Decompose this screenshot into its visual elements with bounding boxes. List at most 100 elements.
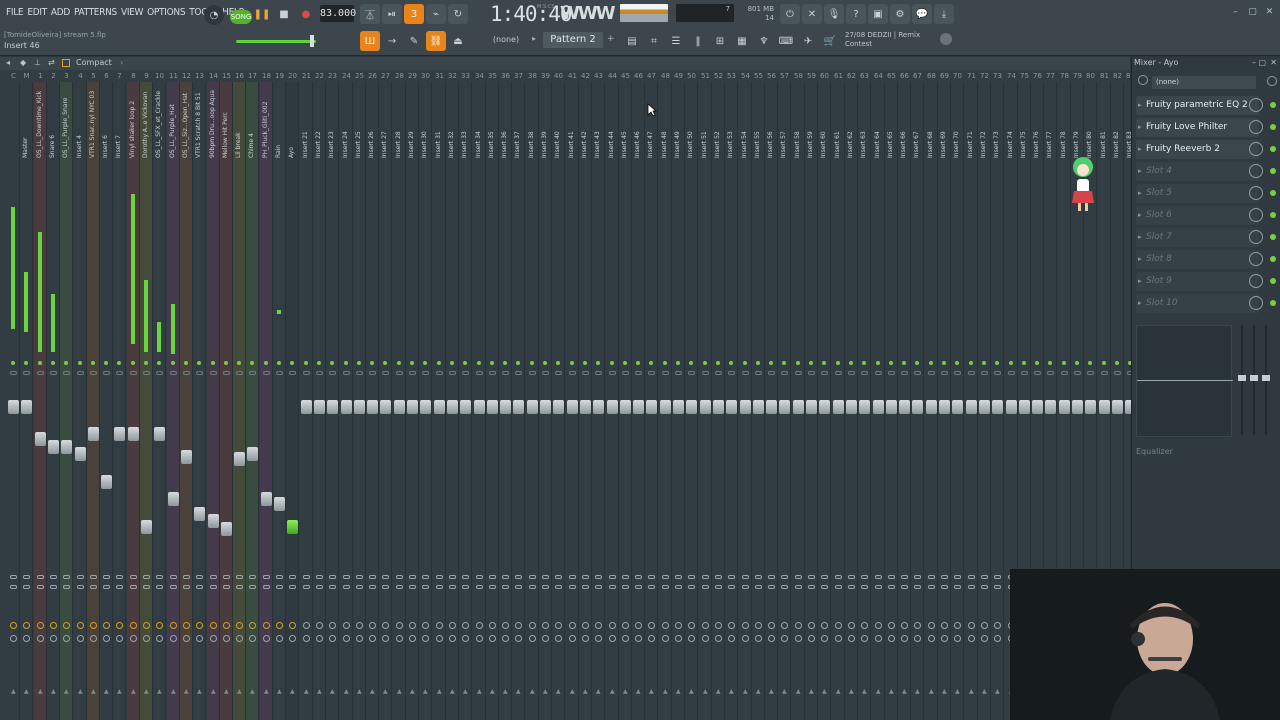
pan-knob[interactable] <box>422 371 429 375</box>
send-knob[interactable] <box>901 635 908 642</box>
eq-mini-knob[interactable] <box>808 575 815 579</box>
volume-fader[interactable] <box>673 400 684 414</box>
send-knob[interactable] <box>63 622 70 629</box>
effect-slot[interactable]: ▸ Slot 4 <box>1136 162 1259 181</box>
send-knob[interactable] <box>116 622 123 629</box>
track-enable-led[interactable] <box>809 361 813 365</box>
volume-fader[interactable] <box>194 507 205 521</box>
track-enable-led[interactable] <box>24 361 28 365</box>
eq-mini-knob[interactable] <box>609 585 616 589</box>
pan-knob[interactable] <box>130 371 137 375</box>
send-knob[interactable] <box>103 622 110 629</box>
track-enable-led[interactable] <box>437 361 441 365</box>
pan-knob[interactable] <box>329 371 336 375</box>
pan-knob[interactable] <box>888 371 895 375</box>
slot-mix-knob[interactable] <box>1249 98 1263 112</box>
volume-fader[interactable] <box>513 400 524 414</box>
pan-knob[interactable] <box>436 371 443 375</box>
send-knob[interactable] <box>648 622 655 629</box>
mixer-track[interactable]: Ayo ▲ <box>286 82 299 720</box>
track-enable-led[interactable] <box>623 361 627 365</box>
mixer-view-arrow-icon[interactable]: › <box>120 58 123 67</box>
route-arrow-icon[interactable]: ▲ <box>290 688 295 695</box>
route-arrow-icon[interactable]: ▲ <box>849 688 854 695</box>
pan-knob[interactable] <box>489 371 496 375</box>
send-knob[interactable] <box>688 635 695 642</box>
route-arrow-icon[interactable]: ▲ <box>663 688 668 695</box>
track-enable-led[interactable] <box>237 361 241 365</box>
volume-fader[interactable] <box>208 514 219 528</box>
track-enable-led[interactable] <box>556 361 560 365</box>
send-knob[interactable] <box>609 622 616 629</box>
pan-knob[interactable] <box>449 371 456 375</box>
eq-mini-knob[interactable] <box>476 585 483 589</box>
route-arrow-icon[interactable]: ▲ <box>197 688 202 695</box>
send-knob[interactable] <box>755 635 762 642</box>
send-knob[interactable] <box>223 635 230 642</box>
eq-mini-knob[interactable] <box>529 575 536 579</box>
route-arrow-icon[interactable]: ▲ <box>516 688 521 695</box>
track-enable-led[interactable] <box>383 361 387 365</box>
effect-slot[interactable]: ▸ Fruity Reeverb 2 <box>1136 140 1259 159</box>
send-knob[interactable] <box>609 635 616 642</box>
pan-knob[interactable] <box>901 371 908 375</box>
volume-fader[interactable] <box>793 400 804 414</box>
eq-mini-knob[interactable] <box>90 575 97 579</box>
eq-mini-knob[interactable] <box>848 585 855 589</box>
eq-mini-knob[interactable] <box>835 575 842 579</box>
track-enable-led[interactable] <box>117 361 121 365</box>
mixer-track[interactable]: OS_LL_Downtime_Kick ▲ <box>34 82 47 720</box>
route-arrow-icon[interactable]: ▲ <box>782 688 787 695</box>
track-enable-led[interactable] <box>503 361 507 365</box>
eq-mini-knob[interactable] <box>648 585 655 589</box>
send-knob[interactable] <box>768 635 775 642</box>
route-arrow-icon[interactable]: ▲ <box>809 688 814 695</box>
track-enable-led[interactable] <box>982 361 986 365</box>
eq-mini-knob[interactable] <box>223 575 230 579</box>
slot-enable-led[interactable] <box>1270 168 1276 174</box>
volume-fader[interactable] <box>460 400 471 414</box>
slot-menu-icon[interactable]: ▸ <box>1138 250 1142 269</box>
volume-fader[interactable] <box>101 475 112 489</box>
volume-fader[interactable] <box>1032 400 1043 414</box>
eq-mini-knob[interactable] <box>236 585 243 589</box>
eq-mini-knob[interactable] <box>10 575 17 579</box>
pan-knob[interactable] <box>635 371 642 375</box>
eq-mini-knob[interactable] <box>396 575 403 579</box>
volume-fader[interactable] <box>367 400 378 414</box>
eq-mini-knob[interactable] <box>489 585 496 589</box>
eq-mini-knob[interactable] <box>23 575 30 579</box>
volume-fader[interactable] <box>846 400 857 414</box>
volume-fader[interactable] <box>740 400 751 414</box>
pan-knob[interactable] <box>10 371 17 375</box>
route-arrow-icon[interactable]: ▲ <box>171 688 176 695</box>
volume-fader[interactable] <box>1045 400 1056 414</box>
mixer-track[interactable]: Vinyl shaker loop 2 ▲ <box>127 82 140 720</box>
send-knob[interactable] <box>316 622 323 629</box>
mixer-track[interactable]: Insert 62 ▲ <box>845 82 858 720</box>
send-knob[interactable] <box>409 635 416 642</box>
mixer-track[interactable]: Insert 35 ▲ <box>486 82 499 720</box>
pan-knob[interactable] <box>369 371 376 375</box>
send-knob[interactable] <box>502 622 509 629</box>
volume-fader[interactable] <box>221 522 232 536</box>
route-arrow-icon[interactable]: ▲ <box>743 688 748 695</box>
track-enable-led[interactable] <box>636 361 640 365</box>
volume-fader[interactable] <box>753 400 764 414</box>
send-knob[interactable] <box>981 635 988 642</box>
track-enable-led[interactable] <box>277 361 281 365</box>
route-arrow-icon[interactable]: ▲ <box>929 688 934 695</box>
mixer-track[interactable]: Insert 72 ▲ <box>978 82 991 720</box>
volume-fader[interactable] <box>474 400 485 414</box>
eq-mini-knob[interactable] <box>622 585 629 589</box>
menu-file[interactable]: FILE <box>4 6 25 20</box>
track-enable-led[interactable] <box>796 361 800 365</box>
track-enable-led[interactable] <box>955 361 959 365</box>
plugin-db-icon[interactable]: ▦ <box>732 31 752 51</box>
route-arrow-icon[interactable]: ▲ <box>330 688 335 695</box>
eq-mini-knob[interactable] <box>449 575 456 579</box>
eq-mini-knob[interactable] <box>595 575 602 579</box>
send-knob[interactable] <box>236 635 243 642</box>
send-knob[interactable] <box>170 622 177 629</box>
eq-mini-knob[interactable] <box>303 575 310 579</box>
